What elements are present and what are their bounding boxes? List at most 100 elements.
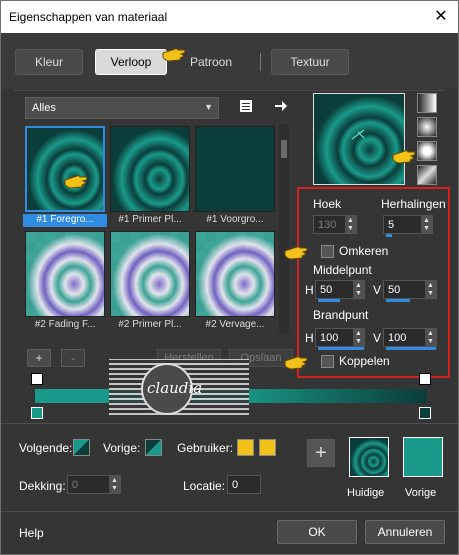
remove-gradient-button[interactable]: - <box>61 349 85 367</box>
title-bar: Eigenschappen van materiaal ✕ <box>1 1 458 33</box>
user-swatch-2[interactable] <box>259 439 276 456</box>
angle-input[interactable]: 130 ▲ ▼ <box>313 215 357 234</box>
gradient-thumb[interactable]: #2 Primer Pl... <box>108 229 192 332</box>
linear-style-button[interactable] <box>417 93 437 113</box>
user-swatch-1[interactable] <box>237 439 254 456</box>
window-title: Eigenschappen van materiaal <box>9 10 168 24</box>
tab-textuur[interactable]: Textuur <box>271 49 349 75</box>
divider <box>14 90 445 91</box>
focal-point-label: Brandpunt <box>313 308 369 322</box>
close-icon[interactable]: ✕ <box>432 7 450 25</box>
gradient-gallery: #1 Foregro... #1 Primer Pl... #1 Voorgro… <box>23 124 275 334</box>
category-dropdown[interactable]: Alles ▼ <box>25 97 219 119</box>
gradient-thumb[interactable]: #1 Foregro... <box>23 124 107 227</box>
gradient-preview <box>195 231 275 317</box>
current-gradient-preview <box>350 438 388 476</box>
link-label: Koppelen <box>339 354 390 368</box>
scrollbar-thumb[interactable] <box>281 140 287 158</box>
focal-v-input[interactable]: 100 ▲ ▼ <box>383 328 437 350</box>
gradient-preview <box>25 126 105 212</box>
gradient-caption: #1 Voorgro... <box>206 214 264 225</box>
invert-label: Omkeren <box>339 244 389 258</box>
tab-divider <box>260 53 261 71</box>
gradient-thumb[interactable]: #2 Fading F... <box>23 229 107 332</box>
tab-bar: Kleur Verloop Patroon Textuur <box>1 33 458 89</box>
tab-verloop[interactable]: Verloop <box>95 49 167 75</box>
color-stop-left[interactable] <box>31 407 43 419</box>
focal-h-input[interactable]: 100 ▲ ▼ <box>315 328 365 350</box>
gradient-caption: #2 Fading F... <box>34 319 96 330</box>
material-properties-dialog: Eigenschappen van materiaal ✕ Kleur Verl… <box>0 0 459 555</box>
help-button[interactable]: Help <box>19 526 44 540</box>
gradient-thumb[interactable]: #2 Vervage... <box>193 229 277 332</box>
color-stop-right[interactable] <box>419 407 431 419</box>
gallery-scrollbar[interactable] <box>279 124 289 334</box>
next-swatch[interactable] <box>73 439 90 456</box>
spin-arrows-icon[interactable]: ▲ ▼ <box>425 329 436 346</box>
cancel-button[interactable]: Annuleren <box>365 520 445 544</box>
opacity-label: Dekking: <box>19 479 66 493</box>
arrow-right-icon[interactable] <box>272 97 290 115</box>
pointing-hand-icon <box>392 150 416 164</box>
gradient-preview <box>314 94 404 184</box>
midpoint-v-label: V <box>373 283 382 297</box>
midpoint-h-level-bar <box>318 299 340 302</box>
spin-arrows-icon[interactable]: ▲ ▼ <box>109 476 120 493</box>
radial-style-button[interactable] <box>417 165 437 185</box>
next-label: Volgende: <box>19 441 73 455</box>
gradient-thumb[interactable]: #1 Primer Pl... <box>108 124 192 227</box>
previous-swatch[interactable] <box>145 439 162 456</box>
gradient-caption: #2 Vervage... <box>205 319 265 330</box>
opacity-input[interactable]: 0 ▲ ▼ <box>67 475 121 494</box>
opacity-stop-left[interactable] <box>31 373 43 385</box>
location-label: Locatie: <box>183 479 226 493</box>
repeats-input[interactable]: 5 ▲ ▼ <box>383 215 433 237</box>
divider <box>1 511 458 512</box>
gradient-caption: #1 Foregro... <box>23 214 107 227</box>
focal-v-level-bar <box>386 347 436 350</box>
gradient-preview <box>110 231 190 317</box>
gradient-preview-large[interactable] <box>313 93 405 185</box>
current-swatch[interactable] <box>349 437 389 477</box>
user-label: Gebruiker: <box>177 441 234 455</box>
spin-arrows-icon[interactable]: ▲ ▼ <box>353 281 364 298</box>
category-value: Alles <box>32 102 56 114</box>
spin-arrows-icon[interactable]: ▲ ▼ <box>353 329 364 346</box>
angle-label: Hoek <box>313 197 342 211</box>
pointing-hand-icon <box>162 48 186 62</box>
gradient-preview <box>110 126 190 212</box>
previous-label: Vorige: <box>103 441 141 455</box>
repeats-value: 5 <box>388 218 395 231</box>
watermark-text: claudia <box>147 379 203 397</box>
midpoint-h-label: H <box>305 283 314 297</box>
midpoint-v-input[interactable]: 50 ▲ ▼ <box>383 280 437 302</box>
list-view-icon[interactable] <box>237 97 255 115</box>
focal-h-level-bar <box>318 347 364 350</box>
angle-value: 130 <box>318 218 337 231</box>
invert-checkbox[interactable] <box>321 245 334 258</box>
sunburst-style-button[interactable] <box>417 141 437 161</box>
pointing-hand-icon <box>284 246 308 260</box>
current-label: Huidige <box>347 487 385 499</box>
pointing-hand-icon <box>64 175 88 189</box>
spin-arrows-icon[interactable]: ▲ ▼ <box>421 216 432 233</box>
link-checkbox[interactable] <box>321 355 334 368</box>
chevron-down-icon: ▼ <box>204 102 213 112</box>
ok-button[interactable]: OK <box>277 520 357 544</box>
spin-arrows-icon[interactable]: ▲ ▼ <box>425 281 436 298</box>
previous-material-swatch[interactable] <box>403 437 443 477</box>
location-value: 0 <box>232 478 239 491</box>
opacity-stop-right[interactable] <box>419 373 431 385</box>
add-to-swatches-button[interactable]: + <box>307 439 335 467</box>
midpoint-v-level-bar <box>386 299 410 302</box>
tab-kleur[interactable]: Kleur <box>15 49 83 75</box>
rectangular-style-button[interactable] <box>417 117 437 137</box>
gradient-thumb[interactable]: #1 Voorgro... <box>193 124 277 227</box>
midpoint-h-value: 50 <box>320 283 333 296</box>
spin-arrows-icon[interactable]: ▲ ▼ <box>345 216 356 233</box>
focal-h-value: 100 <box>320 331 339 344</box>
location-input[interactable]: 0 <box>227 475 261 494</box>
repeats-level-bar <box>386 234 392 237</box>
add-gradient-button[interactable]: + <box>27 349 51 367</box>
midpoint-h-input[interactable]: 50 ▲ ▼ <box>315 280 365 302</box>
